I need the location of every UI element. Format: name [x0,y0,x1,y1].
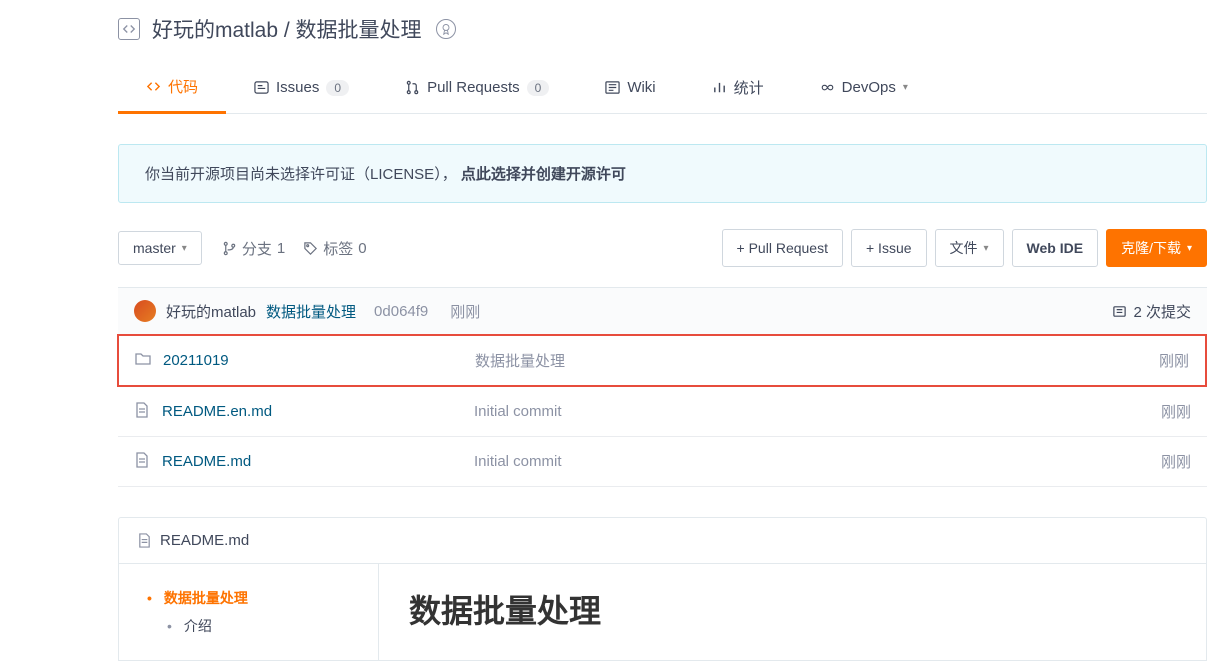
commit-author[interactable]: 好玩的matlab [166,301,256,322]
commit-hash[interactable]: 0d064f9 [374,303,428,320]
readme-content: 数据批量处理 [379,564,1206,660]
owner-link[interactable]: 好玩的matlab [152,19,278,42]
toc-item[interactable]: 介绍 [147,612,350,640]
readme-filename[interactable]: README.md [160,532,249,549]
create-license-link[interactable]: 点此选择并创建开源许可 [461,166,626,183]
file-time: 刚刚 [1131,401,1191,422]
file-list: 20211019 数据批量处理 刚刚 README.en.md Initial … [118,334,1207,487]
chevron-down-icon: ▾ [903,82,908,93]
readme-toc: 数据批量处理 介绍 [119,564,379,660]
code-icon [118,18,140,40]
commits-count-link[interactable]: 2 次提交 [1112,301,1191,322]
file-name-link[interactable]: 20211019 [163,352,229,369]
tab-devops[interactable]: DevOps ▾ [792,62,936,113]
caret-down-icon: ▾ [182,243,187,254]
tab-stats[interactable]: 统计 [684,62,792,113]
tab-issues[interactable]: Issues 0 [226,62,377,113]
repo-tabs: 代码 Issues 0 Pull Requests 0 Wiki 统计 DevO… [118,62,1207,114]
file-time: 刚刚 [1129,350,1189,371]
toc-item[interactable]: 数据批量处理 [147,584,350,612]
repo-link[interactable]: 数据批量处理 [296,19,422,42]
readme-header: README.md [119,518,1206,564]
files-dropdown[interactable]: 文件 ▾ [935,229,1004,267]
file-name-link[interactable]: README.md [162,453,251,470]
file-name-link[interactable]: README.en.md [162,403,272,420]
repo-header: 好玩的matlab / 数据批量处理 [118,0,1207,62]
file-row[interactable]: README.en.md Initial commit 刚刚 [118,387,1207,437]
readme-panel: README.md 数据批量处理 介绍 数据批量处理 [118,517,1207,661]
repo-breadcrumb: 好玩的matlab / 数据批量处理 [152,14,422,44]
file-row[interactable]: 20211019 数据批量处理 刚刚 [117,334,1207,387]
file-commit-message[interactable]: Initial commit [474,453,1131,470]
file-commit-message[interactable]: 数据批量处理 [475,350,1129,371]
tab-code[interactable]: 代码 [118,62,226,114]
new-pull-request-button[interactable]: + Pull Request [722,229,843,267]
commit-message[interactable]: 数据批量处理 [266,301,356,322]
tags-link[interactable]: 标签 0 [303,238,366,259]
caret-down-icon: ▾ [984,243,989,254]
branches-link[interactable]: 分支 1 [222,238,285,259]
commit-time: 刚刚 [450,301,480,322]
branch-selector[interactable]: master ▾ [118,231,202,265]
file-row[interactable]: README.md Initial commit 刚刚 [118,437,1207,487]
readme-heading: 数据批量处理 [409,586,1176,632]
tab-wiki[interactable]: Wiki [577,62,683,113]
tab-pull-requests[interactable]: Pull Requests 0 [377,62,577,113]
award-icon[interactable] [436,19,456,39]
web-ide-button[interactable]: Web IDE [1012,229,1099,267]
file-icon [134,402,152,422]
folder-icon [135,351,153,371]
file-commit-message[interactable]: Initial commit [474,403,1131,420]
new-issue-button[interactable]: + Issue [851,229,927,267]
clone-download-button[interactable]: 克隆/下载 ▾ [1106,229,1207,267]
repo-toolbar: master ▾ 分支 1 标签 0 + Pull Request + Issu… [118,229,1207,267]
file-time: 刚刚 [1131,451,1191,472]
avatar[interactable] [134,300,156,322]
caret-down-icon: ▾ [1187,243,1192,254]
latest-commit-bar: 好玩的matlab 数据批量处理 0d064f9 刚刚 2 次提交 [118,287,1207,335]
license-notice: 你当前开源项目尚未选择许可证（LICENSE）， 点此选择并创建开源许可 [118,144,1207,203]
file-icon [134,452,152,472]
